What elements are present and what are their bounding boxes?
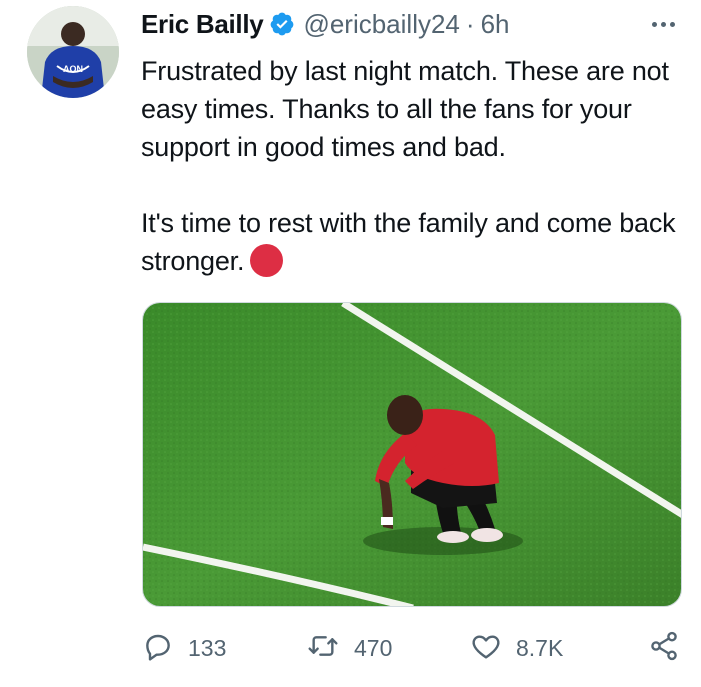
tweet-actions: 133 470 8.7K: [142, 628, 682, 668]
avatar-image: AON: [27, 6, 119, 98]
separator-dot: ·: [465, 8, 475, 39]
player-on-pitch-image: [143, 303, 681, 606]
retweet-button[interactable]: 470: [306, 628, 392, 668]
tweet-text: Frustrated by last night match. These ar…: [141, 52, 681, 280]
tweet-media-photo[interactable]: [142, 302, 682, 607]
heart-icon: [470, 630, 502, 667]
svg-text:AON: AON: [63, 64, 83, 74]
reply-icon: [142, 630, 174, 667]
author-name[interactable]: Eric Bailly: [141, 9, 264, 40]
avatar[interactable]: AON: [27, 6, 119, 98]
verified-badge-icon: [269, 11, 295, 37]
retweet-icon: [306, 630, 340, 667]
tweet-paragraph-2: It's time to rest with the family and co…: [141, 204, 681, 280]
tweet-header: Eric Bailly @ericbailly24 · 6h: [141, 6, 681, 42]
red-circle-emoji: [250, 244, 284, 277]
tweet-paragraph-2-text: It's time to rest with the family and co…: [141, 208, 676, 276]
share-button[interactable]: [648, 628, 680, 668]
like-count: 8.7K: [516, 634, 564, 661]
reply-count: 133: [188, 634, 227, 661]
reply-button[interactable]: 133: [142, 628, 226, 668]
like-button[interactable]: 8.7K: [470, 628, 563, 668]
more-dots-icon[interactable]: [645, 14, 681, 34]
author-handle[interactable]: @ericbailly24: [303, 9, 459, 40]
tweet-timestamp[interactable]: 6h: [481, 9, 510, 40]
share-icon: [648, 630, 680, 667]
retweet-count: 470: [354, 634, 393, 661]
tweet-paragraph-1: Frustrated by last night match. These ar…: [141, 56, 669, 162]
